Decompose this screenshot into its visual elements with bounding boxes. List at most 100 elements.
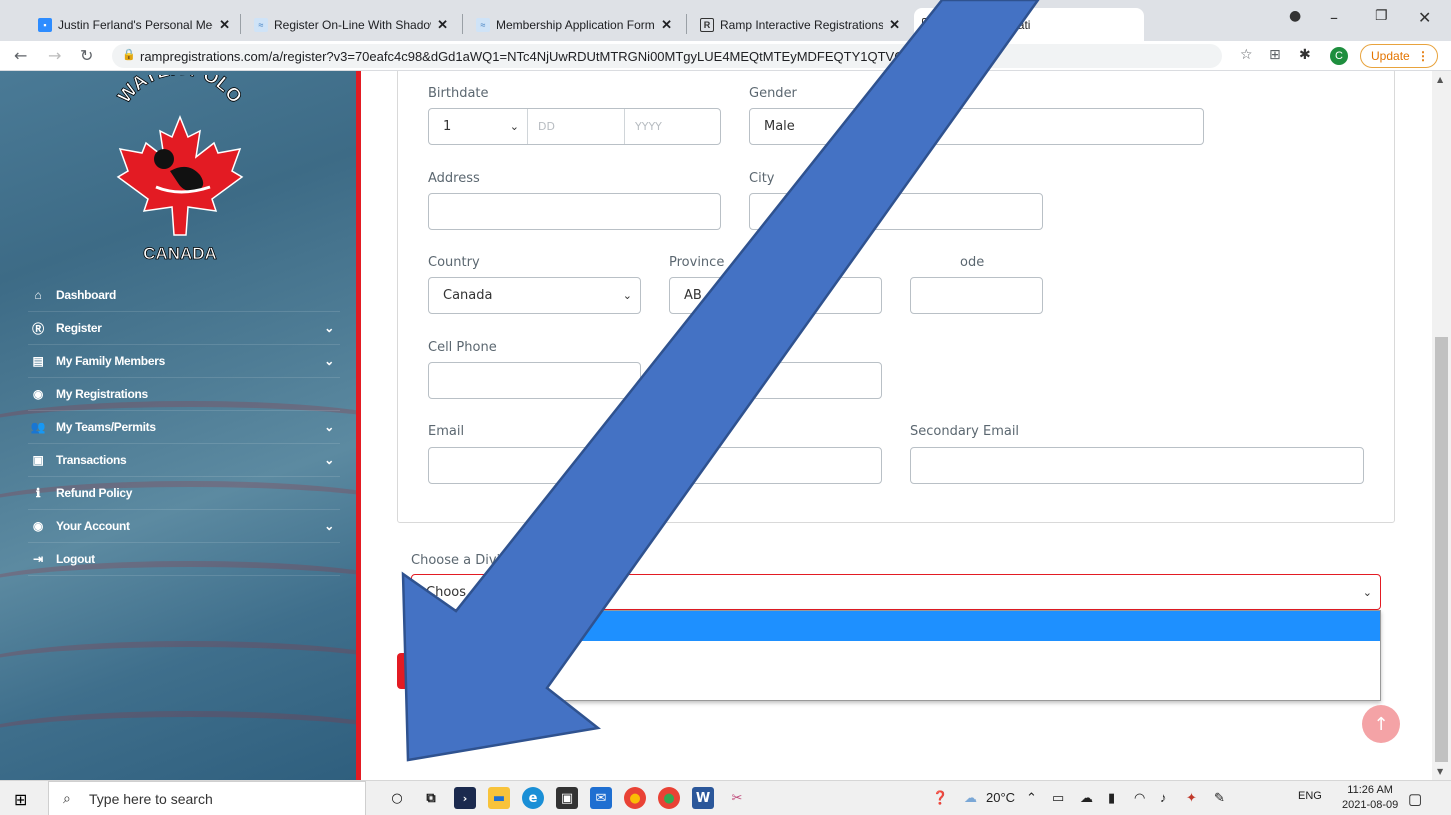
- secondary-email-input[interactable]: [910, 447, 1364, 484]
- star-icon[interactable]: ☆: [1240, 47, 1253, 63]
- email-input[interactable]: [428, 447, 882, 484]
- tab-membership-form[interactable]: ≈ Membership Application Form | S ✕: [468, 8, 680, 41]
- info-icon: ℹ: [35, 486, 41, 500]
- birthdate-field: 1 ⌄ DD YYYY: [428, 108, 721, 145]
- close-icon[interactable]: ✕: [661, 17, 672, 33]
- chevron-down-icon: ⌄: [622, 289, 632, 302]
- birth-month-select[interactable]: 1 ⌄: [429, 109, 527, 144]
- onedrive-icon[interactable]: ☁: [1080, 790, 1093, 806]
- division-select[interactable]: Choos ⌄: [411, 574, 1381, 610]
- tab-shadow-register[interactable]: ≈ Register On-Line With Shadow W ✕: [246, 8, 456, 41]
- snipping-tool-icon[interactable]: ✂: [726, 787, 748, 809]
- address-label: Address: [428, 171, 480, 186]
- sidebar-item-family-members[interactable]: ▤ My Family Members ⌄: [28, 345, 340, 378]
- weather-temp[interactable]: 20°C: [986, 790, 1015, 805]
- tray-chevron-up-icon[interactable]: ⌃: [1026, 790, 1037, 806]
- division-option[interactable]: [412, 641, 1380, 671]
- sidebar-item-dashboard[interactable]: ⌂ Dashboard: [28, 279, 340, 312]
- close-icon[interactable]: ✕: [889, 17, 900, 33]
- scrollbar-thumb[interactable]: [1435, 337, 1448, 762]
- country-select[interactable]: Canada ⌄: [428, 277, 641, 314]
- windows-taskbar: ⊞ ⌕ Type here to search ○ ⧉ › ▬ e ▣ ✉ ● …: [0, 780, 1451, 815]
- scroll-to-top-button[interactable]: ↑: [1362, 705, 1400, 743]
- powershell-icon[interactable]: ›: [454, 787, 476, 809]
- shadow-icon: ≈: [476, 17, 490, 32]
- ramp-icon: R: [700, 17, 714, 32]
- birth-year-input[interactable]: YYYY: [625, 109, 721, 144]
- cell-phone-input[interactable]: [428, 362, 641, 399]
- close-icon[interactable]: ✕: [219, 17, 230, 33]
- url-bar[interactable]: 🔒 rampregistrations.com/a/register?v3=70…: [112, 44, 1222, 68]
- weather-icon: ☁: [964, 790, 977, 805]
- close-icon[interactable]: ✕: [437, 17, 448, 33]
- notification-app-icon[interactable]: ✦: [1186, 790, 1197, 806]
- file-explorer-icon[interactable]: ▬: [488, 787, 510, 809]
- sidebar-item-register[interactable]: Ⓡ Register ⌄: [28, 312, 340, 345]
- postal-code-label: ode: [960, 255, 985, 270]
- chevron-down-icon: ⌄: [509, 120, 519, 133]
- battery-icon[interactable]: ▮: [1108, 790, 1115, 806]
- word-icon[interactable]: W: [692, 787, 714, 809]
- tab-ramp-interactive[interactable]: R Ramp Interactive Registrations A ✕: [692, 8, 908, 41]
- system-clock[interactable]: 11:26 AM 2021-08-09: [1342, 783, 1398, 813]
- action-center-icon[interactable]: ▢: [1408, 790, 1422, 808]
- zoom-icon: ▪: [38, 17, 52, 32]
- meet-now-icon[interactable]: ▭: [1052, 790, 1064, 806]
- profile-avatar[interactable]: C: [1330, 47, 1348, 65]
- division-option-highlighted[interactable]: [412, 611, 1380, 641]
- sidebar-item-your-account[interactable]: ◉ Your Account ⌄: [28, 510, 340, 543]
- help-icon[interactable]: ❓: [932, 790, 948, 806]
- sidebar-item-teams-permits[interactable]: 👥 My Teams/Permits ⌄: [28, 411, 340, 444]
- division-dropdown-list: [411, 610, 1381, 701]
- chrome-icon[interactable]: ●: [624, 787, 646, 809]
- maximize-button[interactable]: ❐: [1375, 8, 1388, 24]
- sidebar-item-transactions[interactable]: ▣ Transactions ⌄: [28, 444, 340, 477]
- windows-start-icon[interactable]: ⊞: [14, 790, 27, 809]
- cortana-icon[interactable]: ○: [386, 787, 408, 809]
- scroll-down-icon[interactable]: ▼: [1437, 767, 1443, 776]
- gender-select[interactable]: Male: [749, 108, 1204, 145]
- close-window-button[interactable]: ✕: [1418, 8, 1431, 27]
- task-view-icon[interactable]: ⧉: [420, 787, 442, 809]
- taskbar-search[interactable]: ⌕ Type here to search: [48, 781, 366, 815]
- address-input[interactable]: [428, 193, 721, 230]
- extensions-icon[interactable]: ✱: [1299, 47, 1311, 63]
- province-select[interactable]: AB: [669, 277, 882, 314]
- more-icon: ⋮: [1417, 49, 1429, 63]
- volume-icon[interactable]: ♪: [1160, 790, 1167, 805]
- postal-code-input[interactable]: [910, 277, 1043, 314]
- browser-toolbar: ← → ↻ 🔒 rampregistrations.com/a/register…: [0, 41, 1451, 71]
- record-icon[interactable]: ●: [1289, 8, 1301, 24]
- language-indicator[interactable]: ENG: [1298, 790, 1322, 802]
- sidebar-item-logout[interactable]: ⇥ Logout: [28, 543, 340, 576]
- sidebar-item-refund-policy[interactable]: ℹ Refund Policy: [28, 477, 340, 510]
- reload-icon[interactable]: ↻: [80, 46, 93, 65]
- store-icon[interactable]: ▣: [556, 787, 578, 809]
- birth-day-input[interactable]: DD: [528, 109, 624, 144]
- pen-icon[interactable]: ✎: [1214, 790, 1225, 806]
- language-link[interactable]: English: [437, 732, 484, 747]
- grid-icon[interactable]: ⊞: [1269, 47, 1281, 63]
- user-circle-icon: ◉: [32, 387, 44, 401]
- chevron-down-icon: ⌄: [324, 420, 334, 434]
- back-icon[interactable]: ←: [14, 46, 27, 65]
- tab-ramp-registrations[interactable]: R RAMP Registrati: [914, 8, 1144, 41]
- update-button[interactable]: Update ⋮: [1360, 44, 1438, 68]
- wifi-icon[interactable]: ◠: [1134, 790, 1145, 806]
- province-label: Province: [669, 255, 725, 270]
- shadow-icon: ≈: [254, 17, 268, 32]
- minimize-button[interactable]: –: [1330, 8, 1338, 27]
- scroll-up-icon[interactable]: ▲: [1437, 75, 1443, 84]
- mail-icon[interactable]: ✉: [590, 787, 612, 809]
- city-label: City: [749, 171, 775, 186]
- home-icon: ⌂: [34, 288, 42, 302]
- chrome-icon[interactable]: ●: [658, 787, 680, 809]
- city-input[interactable]: [749, 193, 1043, 230]
- money-icon: ▣: [32, 453, 44, 467]
- other-phone-input[interactable]: [669, 362, 882, 399]
- forward-icon[interactable]: →: [48, 46, 61, 65]
- tab-zoom-meeting[interactable]: ▪ Justin Ferland's Personal Meeting ✕: [30, 8, 238, 41]
- sidebar-item-registrations[interactable]: ◉ My Registrations: [28, 378, 340, 411]
- page-scrollbar[interactable]: ▲ ▼: [1432, 71, 1451, 780]
- edge-icon[interactable]: e: [522, 787, 544, 809]
